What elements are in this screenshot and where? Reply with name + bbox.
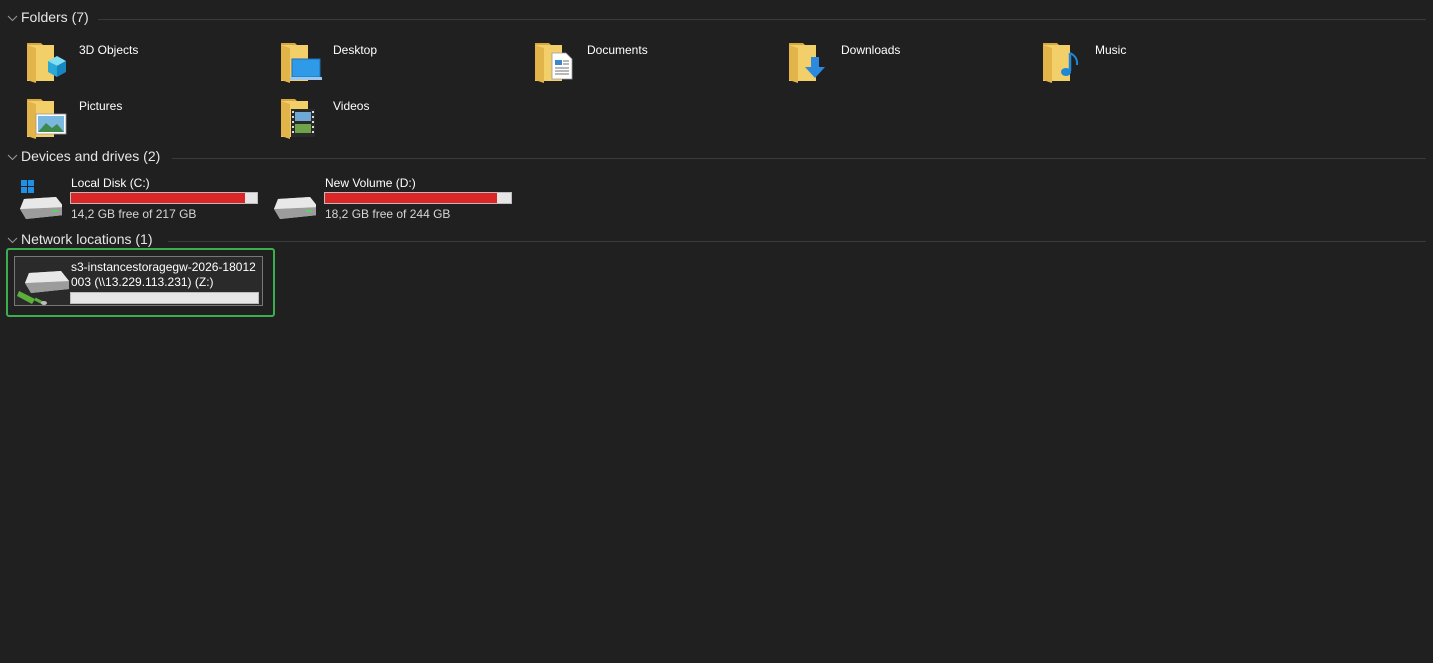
folder-videos-icon (281, 99, 315, 139)
folder-item-documents[interactable]: Documents (516, 38, 764, 90)
folder-label: Videos (333, 99, 370, 113)
group-divider (172, 158, 1426, 159)
drive-usage-fill (325, 193, 498, 203)
drive-free-space: 14,2 GB free of 217 GB (71, 207, 197, 221)
drive-name: New Volume (D:) (325, 176, 416, 190)
hard-drive-icon (274, 197, 316, 219)
drive-name: Local Disk (C:) (71, 176, 150, 190)
drive-usage-bar (324, 192, 512, 204)
folder-music-icon (1043, 43, 1079, 83)
group-divider (98, 19, 1426, 20)
network-drive-item-z[interactable]: s3-instancestoragegw-2026-18012003 (\\13… (14, 256, 263, 306)
folder-item-downloads[interactable]: Downloads (770, 38, 1018, 90)
drive-usage-fill (71, 193, 245, 203)
chevron-down-icon[interactable] (7, 13, 18, 24)
folder-3d-objects-icon (27, 43, 66, 83)
folder-item-music[interactable]: Music (1024, 38, 1272, 90)
folder-label: Music (1095, 43, 1127, 57)
folder-label: 3D Objects (79, 43, 139, 57)
group-header-devices-and-drives[interactable]: Devices and drives (2) (0, 147, 1433, 169)
folder-item-pictures[interactable]: Pictures (8, 94, 256, 146)
group-header-folders[interactable]: Folders (7) (0, 8, 1433, 30)
drive-usage-bar (70, 192, 258, 204)
network-drive-icon (17, 271, 69, 305)
folder-item-videos[interactable]: Videos (262, 94, 510, 146)
folder-downloads-icon (789, 43, 825, 83)
group-title-devices-and-drives: Devices and drives (2) (21, 148, 161, 164)
drive-free-space: 18,2 GB free of 244 GB (325, 207, 451, 221)
this-pc-view: Folders (7) 3D Objects Desktop Documents… (0, 0, 1433, 663)
folder-pictures-icon (27, 99, 67, 139)
chevron-down-icon[interactable] (7, 235, 18, 246)
folder-label: Pictures (79, 99, 123, 113)
folder-item-3d-objects[interactable]: 3D Objects (8, 38, 256, 90)
group-divider (168, 241, 1426, 242)
folder-label: Downloads (841, 43, 901, 57)
drive-item-new-volume-d[interactable]: New Volume (D:) 18,2 GB free of 244 GB (254, 175, 512, 223)
chevron-down-icon[interactable] (7, 152, 18, 163)
system-drive-icon (20, 180, 62, 219)
group-title-folders: Folders (7) (21, 9, 89, 25)
network-drive-usage-bar (70, 292, 259, 304)
folder-documents-icon (535, 43, 573, 83)
folder-desktop-icon (281, 43, 322, 83)
drive-item-local-disk-c[interactable]: Local Disk (C:) 14,2 GB free of 217 GB (0, 175, 258, 223)
folder-label: Documents (587, 43, 648, 57)
group-title-network-locations: Network locations (1) (21, 231, 153, 247)
network-drive-name: s3-instancestoragegw-2026-18012003 (\\13… (71, 260, 256, 289)
folder-item-desktop[interactable]: Desktop (262, 38, 510, 90)
folder-label: Desktop (333, 43, 378, 57)
